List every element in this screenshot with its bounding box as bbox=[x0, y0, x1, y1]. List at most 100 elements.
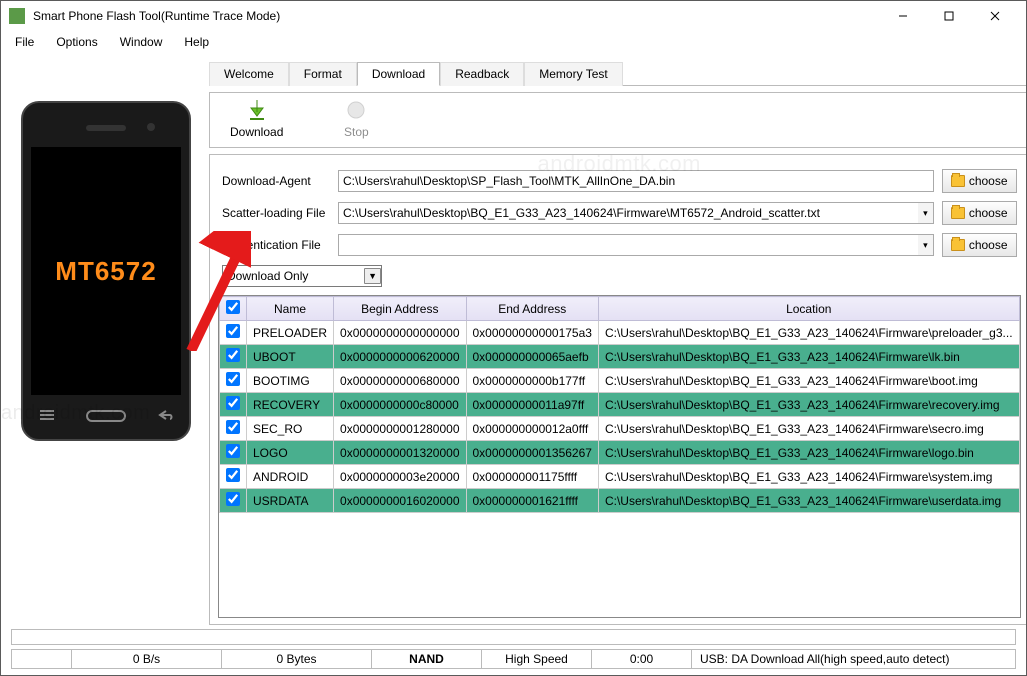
menu-file[interactable]: File bbox=[5, 33, 44, 51]
row-check-cell bbox=[220, 369, 247, 393]
close-button[interactable] bbox=[972, 1, 1018, 31]
status-speed: 0 B/s bbox=[72, 650, 222, 668]
row-check[interactable] bbox=[226, 420, 240, 434]
row-check-cell bbox=[220, 489, 247, 513]
row-name: SEC_RO bbox=[247, 417, 334, 441]
row-check[interactable] bbox=[226, 324, 240, 338]
stop-icon bbox=[343, 97, 369, 123]
row-check-cell bbox=[220, 393, 247, 417]
row-begin: 0x0000000000c80000 bbox=[334, 393, 466, 417]
row-check[interactable] bbox=[226, 444, 240, 458]
tab-download[interactable]: Download bbox=[357, 62, 440, 86]
row-location: C:\Users\rahul\Desktop\BQ_E1_G33_A23_140… bbox=[598, 369, 1019, 393]
table-row[interactable]: UBOOT0x00000000006200000x000000000065aef… bbox=[220, 345, 1020, 369]
row-location: C:\Users\rahul\Desktop\BQ_E1_G33_A23_140… bbox=[598, 321, 1019, 345]
row-name: LOGO bbox=[247, 441, 334, 465]
mode-value: Download Only bbox=[227, 269, 308, 283]
row-check[interactable] bbox=[226, 468, 240, 482]
header-end[interactable]: End Address bbox=[466, 297, 598, 321]
row-location: C:\Users\rahul\Desktop\BQ_E1_G33_A23_140… bbox=[598, 393, 1019, 417]
row-check[interactable] bbox=[226, 372, 240, 386]
header-begin[interactable]: Begin Address bbox=[334, 297, 466, 321]
row-check-cell bbox=[220, 417, 247, 441]
file-config-panel: Download-Agent choose Scatter-loading Fi… bbox=[209, 154, 1026, 625]
scatter-input[interactable] bbox=[338, 202, 918, 224]
header-name[interactable]: Name bbox=[247, 297, 334, 321]
scatter-dropdown[interactable]: ▾ bbox=[918, 202, 934, 224]
folder-icon bbox=[951, 239, 965, 251]
chip-label: MT6572 bbox=[55, 256, 156, 287]
row-scatter: Scatter-loading File ▾ choose bbox=[222, 201, 1017, 225]
tab-welcome[interactable]: Welcome bbox=[209, 62, 289, 86]
header-location[interactable]: Location bbox=[598, 297, 1019, 321]
phone-screen: MT6572 bbox=[31, 147, 181, 395]
window-title: Smart Phone Flash Tool(Runtime Trace Mod… bbox=[33, 9, 880, 23]
menu-help[interactable]: Help bbox=[174, 33, 219, 51]
da-label: Download-Agent bbox=[222, 174, 330, 188]
row-begin: 0x0000000000000000 bbox=[334, 321, 466, 345]
tabs: Welcome Format Download Readback Memory … bbox=[209, 61, 1026, 86]
table-row[interactable]: SEC_RO0x00000000012800000x000000000012a0… bbox=[220, 417, 1020, 441]
folder-icon bbox=[951, 207, 965, 219]
table-row[interactable]: ANDROID0x0000000003e200000x000000001175f… bbox=[220, 465, 1020, 489]
status-empty-1 bbox=[12, 650, 72, 668]
phone-frame: BM MT6572 bbox=[21, 101, 191, 441]
scatter-choose-button[interactable]: choose bbox=[942, 201, 1017, 225]
folder-icon bbox=[951, 175, 965, 187]
table-row[interactable]: PRELOADER0x00000000000000000x00000000000… bbox=[220, 321, 1020, 345]
row-begin: 0x0000000003e20000 bbox=[334, 465, 466, 489]
auth-label: Authentication File bbox=[222, 238, 330, 252]
status-time: 0:00 bbox=[592, 650, 692, 668]
row-end: 0x000000000065aefb bbox=[466, 345, 598, 369]
row-download-agent: Download-Agent choose bbox=[222, 169, 1017, 193]
tab-format[interactable]: Format bbox=[289, 62, 357, 86]
titlebar: Smart Phone Flash Tool(Runtime Trace Mod… bbox=[1, 1, 1026, 31]
check-all[interactable] bbox=[226, 300, 240, 314]
da-choose-button[interactable]: choose bbox=[942, 169, 1017, 193]
stop-label: Stop bbox=[344, 125, 369, 139]
window-controls bbox=[880, 1, 1018, 31]
scatter-combo: ▾ bbox=[338, 202, 934, 224]
download-button[interactable]: Download bbox=[230, 97, 283, 139]
menu-window[interactable]: Window bbox=[110, 33, 173, 51]
auth-choose-button[interactable]: choose bbox=[942, 233, 1017, 257]
auth-dropdown[interactable]: ▾ bbox=[918, 234, 934, 256]
row-end: 0x000000001175ffff bbox=[466, 465, 598, 489]
row-mode: Download Only ▼ bbox=[222, 265, 1017, 287]
auth-input[interactable] bbox=[338, 234, 918, 256]
tab-readback[interactable]: Readback bbox=[440, 62, 524, 86]
phone-camera bbox=[147, 123, 155, 131]
download-arrow-icon bbox=[244, 97, 270, 123]
row-end: 0x000000000012a0fff bbox=[466, 417, 598, 441]
row-name: ANDROID bbox=[247, 465, 334, 489]
row-begin: 0x0000000000620000 bbox=[334, 345, 466, 369]
row-name: UBOOT bbox=[247, 345, 334, 369]
row-auth: Authentication File ▾ choose bbox=[222, 233, 1017, 257]
chevron-down-icon: ▼ bbox=[364, 268, 381, 284]
row-end: 0x000000001621ffff bbox=[466, 489, 598, 513]
statusbar-wrap: 0 B/s 0 Bytes NAND High Speed 0:00 USB: … bbox=[1, 629, 1026, 675]
content: BM MT6572 androidmtk.com androidmtk.com … bbox=[1, 53, 1026, 629]
row-location: C:\Users\rahul\Desktop\BQ_E1_G33_A23_140… bbox=[598, 417, 1019, 441]
watermark: androidmtk.com bbox=[1, 402, 150, 425]
table-row[interactable]: LOGO0x00000000013200000x0000000001356267… bbox=[220, 441, 1020, 465]
table-row[interactable]: BOOTIMG0x00000000006800000x0000000000b17… bbox=[220, 369, 1020, 393]
row-begin: 0x0000000016020000 bbox=[334, 489, 466, 513]
menu-options[interactable]: Options bbox=[46, 33, 107, 51]
da-input[interactable] bbox=[338, 170, 934, 192]
table-row[interactable]: RECOVERY0x0000000000c800000x00000000011a… bbox=[220, 393, 1020, 417]
minimize-button[interactable] bbox=[880, 1, 926, 31]
table-row[interactable]: USRDATA0x00000000160200000x000000001621f… bbox=[220, 489, 1020, 513]
row-check[interactable] bbox=[226, 492, 240, 506]
statusbar: 0 B/s 0 Bytes NAND High Speed 0:00 USB: … bbox=[11, 649, 1016, 669]
row-begin: 0x0000000001320000 bbox=[334, 441, 466, 465]
app-icon bbox=[9, 8, 25, 24]
mode-select[interactable]: Download Only ▼ bbox=[222, 265, 382, 287]
row-end: 0x0000000001356267 bbox=[466, 441, 598, 465]
row-begin: 0x0000000001280000 bbox=[334, 417, 466, 441]
maximize-button[interactable] bbox=[926, 1, 972, 31]
row-check[interactable] bbox=[226, 348, 240, 362]
tab-memorytest[interactable]: Memory Test bbox=[524, 62, 622, 86]
row-check[interactable] bbox=[226, 396, 240, 410]
header-check bbox=[220, 297, 247, 321]
